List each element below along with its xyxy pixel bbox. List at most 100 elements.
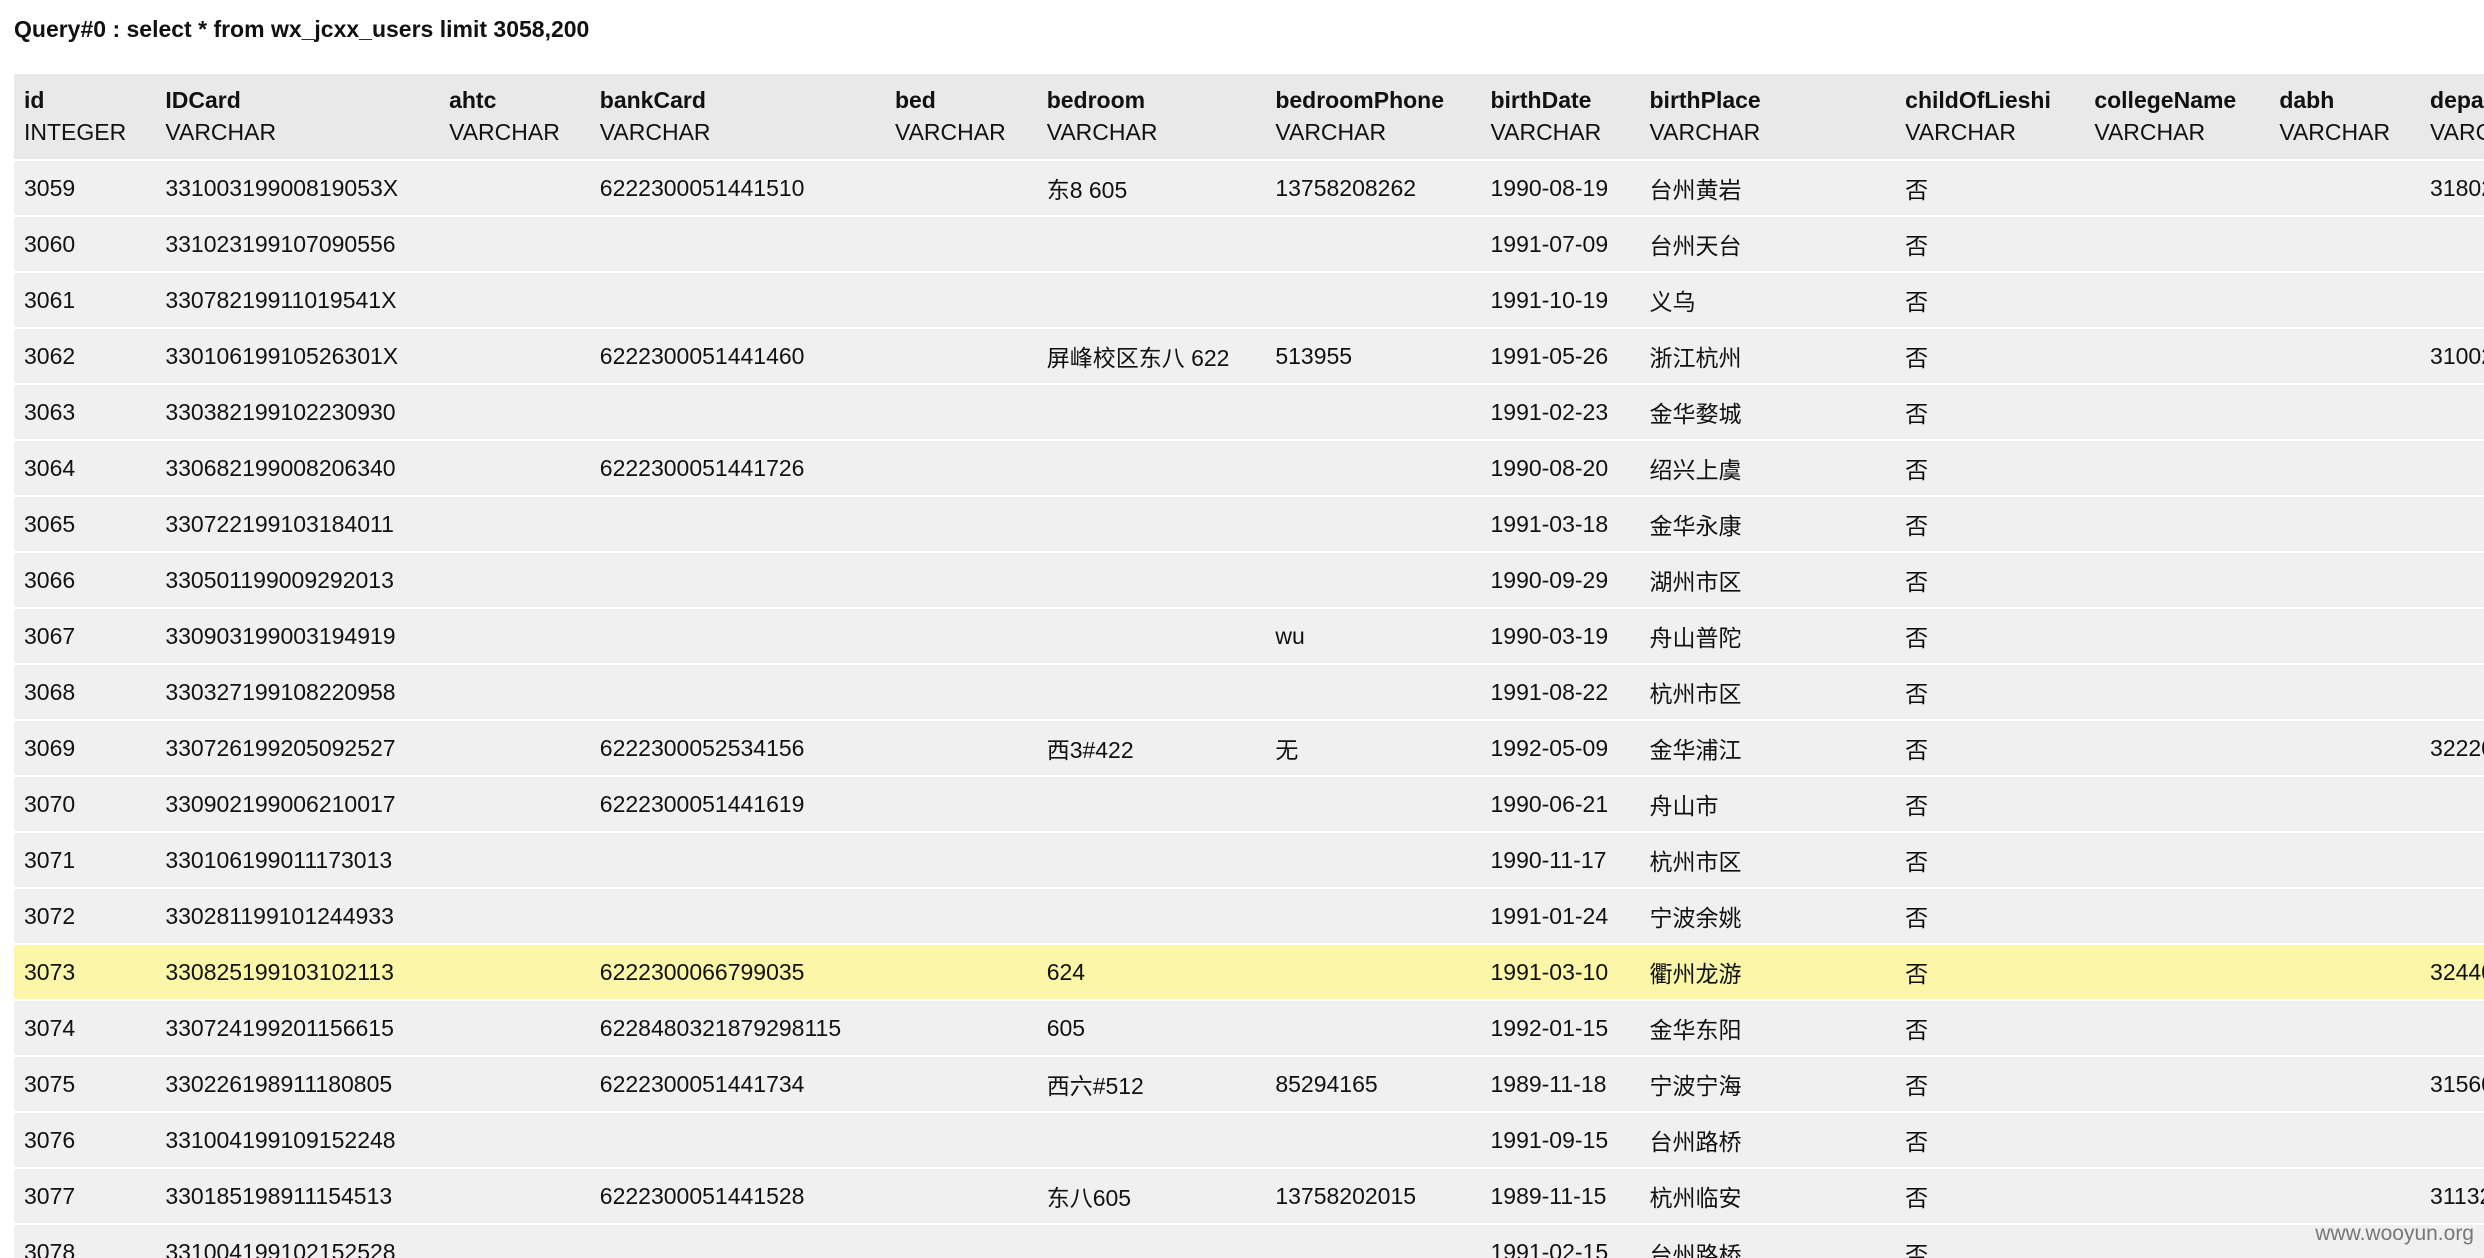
cell-bedroom [1037, 272, 1266, 328]
cell-idcard: 33100319900819053X [165, 174, 399, 201]
cell-idcard: 330106199011173013 [165, 846, 393, 873]
column-type: VARCHAR [449, 119, 560, 145]
cell-bankcard [590, 552, 885, 608]
column-header-bedroomphone[interactable]: bedroomPhone VARCHAR [1265, 74, 1480, 160]
cell-departmailco [2420, 888, 2484, 944]
cell-bedroomphone: 13758202015 [1275, 1182, 1417, 1209]
cell-birthplace: 台州路桥 [1649, 1129, 1742, 1155]
table-row[interactable]: 3064 330682199008206340 6222300051441726 19… [14, 440, 2484, 496]
table-row[interactable]: 3072 330281199101244933 1991-01-24 宁波余姚 否 [14, 888, 2484, 944]
column-header-bed[interactable]: bed VARCHAR [885, 74, 1037, 160]
cell-idcard: 330327199108220958 [165, 678, 396, 705]
table-row[interactable]: 3077 330185198911154513 6222300051441528 东八… [14, 1168, 2484, 1224]
cell-id: 3077 [24, 1182, 76, 1209]
cell-bedroom: 605 [1046, 1014, 1086, 1041]
cell-ahtc [439, 552, 590, 608]
cell-ahtc [439, 496, 590, 552]
cell-bed [885, 272, 1037, 328]
cell-departmailco: 318023 [2430, 174, 2484, 201]
column-header-idcard[interactable]: IDCard VARCHAR [155, 74, 439, 160]
cell-ahtc [439, 832, 590, 888]
cell-collegename [2084, 272, 2269, 328]
table-row[interactable]: 3078 331004199102152528 1991-02-15 台州路桥 否 [14, 1224, 2484, 1258]
table-row[interactable]: 3067 330903199003194919 wu 1990-03-19 舟山普陀 否 [14, 608, 2484, 664]
cell-bed [885, 832, 1037, 888]
cell-bedroom [1037, 216, 1266, 272]
cell-id: 3071 [24, 846, 76, 873]
cell-bedroomphone [1265, 216, 1480, 272]
cell-bankcard: 6228480321879298115 [599, 1014, 842, 1041]
cell-id: 3069 [24, 734, 76, 761]
table-row[interactable]: 3073 330825199103102113 6222300066799035 62… [14, 944, 2484, 1000]
cell-bankcard [590, 1224, 885, 1258]
column-name: birthDate [1490, 87, 1592, 113]
table-row[interactable]: 3061 33078219911019541X 1991-10-19 义乌 否 [14, 272, 2484, 328]
cell-collegename [2084, 832, 2269, 888]
cell-collegename [2084, 552, 2269, 608]
table-row[interactable]: 3063 330382199102230930 1991-02-23 金华婺城 否 [14, 384, 2484, 440]
cell-dabh [2269, 328, 2420, 384]
cell-id: 3073 [24, 958, 76, 985]
cell-bedroom [1037, 1112, 1266, 1168]
column-header-id[interactable]: id INTEGER [14, 74, 155, 160]
cell-birthdate: 1990-08-20 [1490, 454, 1609, 481]
column-header-childoflieshi[interactable]: childOfLieshi VARCHAR [1895, 74, 2084, 160]
column-type: VARCHAR [1275, 119, 1387, 145]
table-row[interactable]: 3076 331004199109152248 1991-09-15 台州路桥 否 [14, 1112, 2484, 1168]
cell-bankcard [590, 272, 885, 328]
cell-bed [885, 608, 1037, 664]
cell-departmailco: 310024 [2430, 342, 2484, 369]
cell-idcard: 330501199009292013 [165, 566, 394, 593]
cell-bankcard [590, 608, 885, 664]
cell-id: 3060 [24, 230, 76, 257]
table-row[interactable]: 3062 33010619910526301X 6222300051441460 屏峰… [14, 328, 2484, 384]
cell-bedroomphone: 513955 [1275, 342, 1353, 369]
table-row[interactable]: 3074 330724199201156615 622848032187929811… [14, 1000, 2484, 1056]
cell-collegename [2084, 160, 2269, 216]
column-header-birthdate[interactable]: birthDate VARCHAR [1480, 74, 1639, 160]
cell-birthdate: 1991-02-15 [1490, 1239, 1609, 1258]
column-type: VARCHAR [1490, 119, 1602, 145]
cell-bankcard: 6222300051441528 [599, 1182, 805, 1209]
cell-bedroom [1037, 384, 1266, 440]
table-row[interactable]: 3065 330722199103184011 1991-03-18 金华永康 否 [14, 496, 2484, 552]
cell-bedroom: 624 [1046, 958, 1086, 985]
cell-bedroom [1037, 440, 1266, 496]
cell-childoflieshi: 否 [1905, 177, 1929, 203]
results-table: id INTEGER IDCard VARCHAR ahtc VARCHAR bankCar… [14, 74, 2484, 1258]
table-row[interactable]: 3070 330902199006210017 6222300051441619 19… [14, 776, 2484, 832]
cell-bedroomphone [1265, 1112, 1480, 1168]
table-row[interactable]: 3066 330501199009292013 1990-09-29 湖州市区 否 [14, 552, 2484, 608]
cell-childoflieshi: 否 [1905, 401, 1929, 427]
cell-id: 3064 [24, 454, 76, 481]
table-header: id INTEGER IDCard VARCHAR ahtc VARCHAR bankCar… [14, 74, 2484, 160]
cell-dabh [2269, 664, 2420, 720]
column-header-dabh[interactable]: dabh VARCHAR [2269, 74, 2420, 160]
cell-birthdate: 1992-01-15 [1490, 1014, 1609, 1041]
column-header-departmailco[interactable]: departMailCo VARCHAR [2420, 74, 2484, 160]
table-row[interactable]: 3059 33100319900819053X 6222300051441510 东8… [14, 160, 2484, 216]
cell-bedroomphone [1265, 776, 1480, 832]
cell-bed [885, 944, 1037, 1000]
column-header-bedroom[interactable]: bedroom VARCHAR [1037, 74, 1266, 160]
cell-birthdate: 1991-10-19 [1490, 286, 1609, 313]
table-row[interactable]: 3075 330226198911180805 6222300051441734 西六… [14, 1056, 2484, 1112]
column-header-collegename[interactable]: collegeName VARCHAR [2084, 74, 2269, 160]
column-header-bankcard[interactable]: bankCard VARCHAR [590, 74, 885, 160]
table-row[interactable]: 3060 331023199107090556 1991-07-09 台州天台 否 [14, 216, 2484, 272]
column-header-ahtc[interactable]: ahtc VARCHAR [439, 74, 590, 160]
cell-birthdate: 1992-05-09 [1490, 734, 1609, 761]
cell-id: 3078 [24, 1239, 76, 1258]
table-row[interactable]: 3071 330106199011173013 1990-11-17 杭州市区 否 [14, 832, 2484, 888]
cell-bedroom: 屏峰校区东八 622 [1046, 345, 1230, 371]
column-header-birthplace[interactable]: birthPlace VARCHAR [1640, 74, 1896, 160]
table-row[interactable]: 3069 330726199205092527 6222300052534156 西3… [14, 720, 2484, 776]
cell-childoflieshi: 否 [1905, 737, 1929, 763]
cell-idcard: 330722199103184011 [165, 510, 394, 537]
cell-ahtc [439, 776, 590, 832]
column-type: VARCHAR [1905, 119, 2016, 145]
cell-dabh [2269, 776, 2420, 832]
table-row[interactable]: 3068 330327199108220958 1991-08-22 杭州市区 否 [14, 664, 2484, 720]
cell-bed [885, 1112, 1037, 1168]
results-table-container[interactable]: id INTEGER IDCard VARCHAR ahtc VARCHAR bankCar… [14, 74, 2484, 1258]
